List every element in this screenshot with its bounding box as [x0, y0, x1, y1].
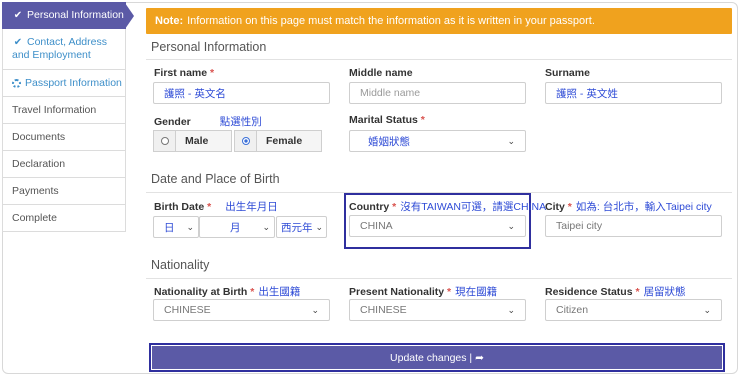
section-title-birth: Date and Place of Birth [151, 172, 280, 186]
chevron-down-icon: ⌄ [703, 304, 711, 315]
section-title-nationality: Nationality [151, 258, 210, 272]
sidebar-item-label: Payments [12, 184, 59, 197]
note-label: Note: [155, 15, 184, 27]
middle-name-label: Middle name [349, 67, 413, 79]
first-name-label: First name * [154, 67, 215, 79]
radio-button[interactable] [154, 131, 176, 151]
passport-note-banner: Note: Information on this page must matc… [146, 8, 732, 34]
country-select[interactable]: CHINA ⌄ [349, 215, 526, 237]
sidebar-item-label: Complete [12, 211, 57, 224]
check-icon: ✔ [13, 10, 23, 21]
middle-name-input[interactable]: Middle name [349, 82, 526, 104]
residence-status-label: Residence Status * 居留狀態 [545, 286, 686, 298]
sidebar-item-label: Declaration [12, 157, 66, 170]
sidebar-item-travel-information[interactable]: Travel Information [2, 97, 126, 124]
chevron-down-icon: ⌄ [186, 221, 194, 232]
chevron-down-icon: ⌄ [315, 221, 323, 232]
nationality-at-birth-label: Nationality at Birth * 出生國籍 [154, 286, 301, 298]
city-label: City * 如為: 台北市，輸入Taipei city [545, 201, 712, 213]
spinner-icon [12, 78, 21, 88]
chevron-down-icon: ⌄ [507, 220, 515, 231]
note-text: Information on this page must match the … [187, 15, 595, 27]
sidebar-item-documents[interactable]: Documents [2, 124, 126, 151]
marital-status-select[interactable]: 婚姻狀態 ⌄ [349, 130, 526, 152]
sidebar-item-label: ✔ Contact, Address and Employment [12, 36, 107, 61]
update-changes-button[interactable]: Update changes | ➦ [152, 346, 722, 369]
surname-label: Surname [545, 67, 590, 79]
section-title-personal: Personal Information [151, 40, 267, 54]
chevron-down-icon: ⌄ [262, 221, 270, 232]
section-divider [146, 278, 732, 279]
check-icon: ✔ [13, 37, 23, 48]
first-name-input[interactable]: 護照 - 英文名 [153, 82, 330, 104]
chevron-down-icon: ⌄ [311, 304, 319, 315]
residence-status-select[interactable]: Citizen ⌄ [545, 299, 722, 321]
sidebar-item-complete[interactable]: Complete [2, 205, 126, 232]
sidebar-item-contact-address[interactable]: ✔ Contact, Address and Employment [2, 29, 126, 70]
nationality-at-birth-select[interactable]: CHINESE ⌄ [153, 299, 330, 321]
gender-female-option[interactable]: Female [234, 130, 322, 152]
birth-year-select[interactable]: 西元年 ⌄ [276, 216, 327, 238]
sidebar-item-passport-information[interactable]: Passport Information [2, 70, 126, 97]
present-nationality-label: Present Nationality * 現在國籍 [349, 286, 498, 298]
birth-date-label: Birth Date * 出生年月日 [154, 201, 278, 213]
surname-input[interactable]: 護照 - 英文姓 [545, 82, 722, 104]
country-label: Country * 沒有TAIWAN可選，請選CHINA [349, 201, 547, 213]
sidebar-item-payments[interactable]: Payments [2, 178, 126, 205]
chevron-down-icon: ⌄ [507, 135, 515, 146]
sidebar-item-personal-information[interactable]: ✔ Personal Information [2, 2, 134, 29]
present-nationality-select[interactable]: CHINESE ⌄ [349, 299, 526, 321]
sidebar-item-label: Documents [12, 130, 66, 143]
sidebar-item-label: Personal Information [27, 9, 124, 21]
share-icon: ➦ [475, 351, 484, 364]
birth-month-select[interactable]: 月 ⌄ [199, 216, 275, 238]
birth-day-select[interactable]: 日 ⌄ [153, 216, 199, 238]
sidebar-item-label: Passport Information [25, 76, 122, 89]
section-divider [146, 59, 732, 60]
gender-male-option[interactable]: Male [153, 130, 232, 152]
sidebar-item-declaration[interactable]: Declaration [2, 151, 126, 178]
radio-button[interactable] [235, 131, 257, 151]
sidebar-nav: ✔ Personal Information ✔ Contact, Address… [2, 2, 134, 232]
sidebar-item-label: Travel Information [12, 103, 97, 116]
marital-status-label: Marital Status * [349, 114, 425, 126]
gender-label: Gender 點選性別 [154, 116, 262, 128]
main-form: Note: Information on this page must matc… [146, 8, 732, 372]
chevron-down-icon: ⌄ [507, 304, 515, 315]
city-input[interactable]: Taipei city [545, 215, 722, 237]
